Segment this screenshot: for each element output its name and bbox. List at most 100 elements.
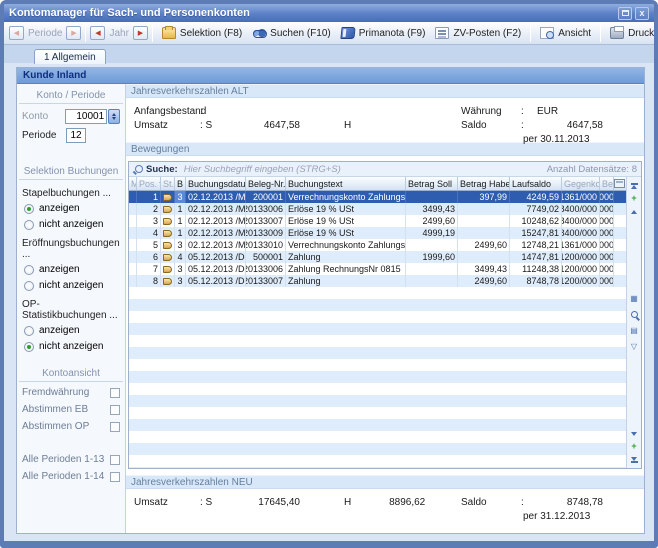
empty-row (129, 347, 626, 359)
ansicht-button-label: Ansicht (558, 28, 591, 39)
column-header-b[interactable]: B (175, 177, 186, 190)
cell-b: 1 (175, 203, 186, 215)
check-abstimmen-eb[interactable]: Abstimmen EB (22, 404, 120, 415)
table-row[interactable]: 4102.12.2013 /Mo20133009Erlöse 19 % USt4… (129, 227, 626, 239)
check-fremdwaehrung[interactable]: Fremdwährung (22, 387, 120, 398)
column-header-pos[interactable]: Pos. (137, 177, 161, 190)
jahr-label: Jahr (108, 28, 129, 39)
page-up-button[interactable]: + (629, 193, 640, 204)
checkbox-label: Alle Perioden 1-14 (22, 471, 104, 482)
periode-prev-button[interactable]: ◀ (9, 26, 24, 40)
table-row[interactable]: 3102.12.2013 /Mo20133007Erlöse 19 % USt2… (129, 215, 626, 227)
radio-stapel-nicht-anzeigen[interactable]: nicht anzeigen (24, 219, 120, 230)
search-input[interactable]: Hier Suchbegriff eingeben (STRG+S) (184, 164, 547, 175)
table-row[interactable]: 1302.12.2013 /Mo200001Verrechnungskonto … (129, 191, 626, 203)
umsatz-label: Umsatz (134, 497, 200, 508)
table-row[interactable]: 2102.12.2013 /Mo20133006Erlöse 19 % USt3… (129, 203, 626, 215)
cell-b: 3 (175, 239, 186, 251)
konto-lookup-button[interactable] (108, 109, 120, 124)
cell-m (129, 203, 137, 215)
restore-window-button[interactable] (618, 7, 632, 20)
cell-saldo: 7749,02 (510, 203, 562, 215)
sidebar: Konto / Periode Konto Periode Selektion … (17, 84, 126, 533)
column-header-saldo[interactable]: Laufsaldo (510, 177, 562, 190)
first-record-button[interactable] (629, 180, 640, 191)
scroll-down-button[interactable] (629, 428, 640, 439)
periode-next-button[interactable]: ▶ (66, 26, 81, 40)
radio-op-anzeigen[interactable]: anzeigen (24, 325, 120, 336)
column-header-st[interactable]: St. (161, 177, 175, 190)
jahr-prev-button[interactable]: ◀ (90, 26, 105, 40)
column-header-text[interactable]: Buchungstext (286, 177, 406, 190)
primanota-icon (163, 230, 172, 237)
periode-input[interactable] (66, 128, 86, 143)
spinner-up-icon (112, 113, 116, 116)
konto-input[interactable] (65, 109, 107, 124)
cell-datum: 02.12.2013 /Mo (186, 191, 246, 203)
section-konto-periode-title: Konto / Periode (19, 86, 123, 104)
cell-beleg: 20133006 (246, 203, 286, 215)
radio-eroeffnung-anzeigen[interactable]: anzeigen (24, 264, 120, 275)
page-down-button[interactable]: + (629, 441, 640, 452)
cell-saldo: 10248,62 (510, 215, 562, 227)
list-icon[interactable]: ▤ (629, 325, 640, 336)
cell-gegen: 1361/000 (562, 239, 600, 251)
selektion-button[interactable]: Selektion (F8) (157, 25, 247, 41)
jahr-next-button[interactable]: ▶ (133, 26, 148, 40)
column-header-haben[interactable]: Betrag Haben (458, 177, 510, 190)
check-abstimmen-op[interactable]: Abstimmen OP (22, 421, 120, 432)
column-header-m[interactable]: M (129, 177, 137, 190)
column-header-be[interactable]: Be (600, 177, 614, 190)
title-bar: Kontomanager für Sach- und Personenkonte… (4, 4, 654, 22)
cell-soll: 3499,43 (406, 203, 458, 215)
zv-posten-button[interactable]: ZV-Posten (F2) (430, 25, 526, 41)
last-record-button[interactable] (629, 454, 640, 465)
column-header-soll[interactable]: Betrag Soll (406, 177, 458, 190)
drucken-button[interactable]: Drucken (605, 25, 658, 41)
toolbar-separator (85, 25, 86, 42)
cell-gegen: 1200/000 (562, 263, 600, 275)
tab-allgemein[interactable]: 1 Allgemein (34, 49, 106, 64)
cell-haben (458, 227, 510, 239)
scroll-up-button[interactable] (629, 206, 640, 217)
radio-op-nicht-anzeigen[interactable]: nicht anzeigen (24, 341, 120, 352)
radio-eroeffnung-nicht-anzeigen[interactable]: nicht anzeigen (24, 280, 120, 291)
cell-pos: 3 (137, 215, 161, 227)
suchen-button-label: Suchen (F10) (270, 28, 331, 39)
cell-datum: 05.12.2013 /Do (186, 263, 246, 275)
table-row[interactable]: 5302.12.2013 /Mo20133010Verrechnungskont… (129, 239, 626, 251)
zoom-icon[interactable] (629, 309, 640, 320)
primanota-icon (163, 254, 172, 261)
primanota-button[interactable]: Primanota (F9) (336, 25, 431, 41)
umsatz-label: Umsatz (134, 120, 200, 131)
tab-strip: 1 Allgemein (4, 45, 654, 63)
radio-stapel-anzeigen[interactable]: anzeigen (24, 203, 120, 214)
cell-text: Zahlung RechnungsNr 0815 (286, 263, 406, 275)
column-header-gegen[interactable]: Gegenkonto (562, 177, 600, 190)
columns-icon[interactable]: ▦ (629, 293, 640, 304)
cell-saldo: 14747,81 (510, 251, 562, 263)
ansicht-button[interactable]: Ansicht (535, 25, 596, 41)
check-alle-perioden-14[interactable]: Alle Perioden 1-14 (22, 471, 120, 482)
cell-soll: 2499,60 (406, 215, 458, 227)
section-kontoansicht-title: Kontoansicht (19, 364, 123, 382)
column-header-datum[interactable]: Buchungsdatum (186, 177, 246, 190)
table-row[interactable]: 6405.12.2013 /Do500001Zahlung1999,601474… (129, 251, 626, 263)
konto-label: Konto (22, 111, 65, 122)
column-chooser-icon[interactable] (614, 179, 625, 188)
cell-soll: 4999,19 (406, 227, 458, 239)
cell-st (161, 275, 175, 287)
filter-icon[interactable]: ▽ (629, 341, 640, 352)
empty-row (129, 371, 626, 383)
table-row[interactable]: 8305.12.2013 /Do20133007Zahlung2499,6087… (129, 275, 626, 287)
cell-saldo: 11248,38 (510, 263, 562, 275)
column-header-beleg[interactable]: Beleg-Nr. (246, 177, 286, 190)
check-alle-perioden-13[interactable]: Alle Perioden 1-13 (22, 454, 120, 465)
primanota-icon (163, 206, 172, 213)
checkbox-label: Abstimmen EB (22, 404, 88, 415)
suchen-button[interactable]: Suchen (F10) (247, 25, 336, 41)
close-window-button[interactable]: x (635, 7, 649, 20)
cell-st (161, 191, 175, 203)
search-bar[interactable]: Suche: Hier Suchbegriff eingeben (STRG+S… (129, 162, 641, 177)
table-row[interactable]: 7305.12.2013 /Do20133006Zahlung Rechnung… (129, 263, 626, 275)
